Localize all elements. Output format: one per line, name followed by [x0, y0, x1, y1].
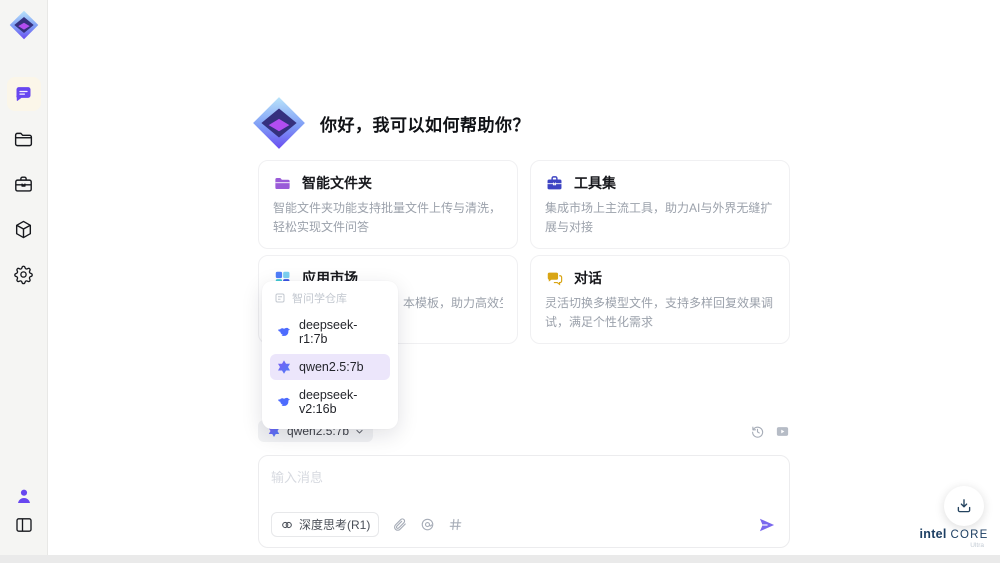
assistant-logo-icon	[253, 97, 305, 149]
model-option-deepseek-r1[interactable]: deepseek-r1:7b	[270, 313, 390, 351]
card-description: 智能文件夹功能支持批量文件上传与清洗，轻松实现文件问答	[273, 201, 502, 234]
card-title: 智能文件夹	[302, 175, 372, 191]
model-dropdown-header: 智问学仓库	[270, 289, 390, 313]
model-option-label: qwen2.5:7b	[299, 360, 364, 374]
qwen-icon	[278, 360, 290, 374]
grid-icon	[449, 519, 462, 531]
intel-sub-text: Ultra	[970, 542, 984, 549]
mention-button[interactable]	[420, 517, 435, 532]
user-icon[interactable]	[14, 486, 34, 506]
greeting: 你好，我可以如何帮助你？	[250, 0, 790, 152]
card-toolset[interactable]: 工具集 集成市场上主流工具，助力AI与外界无缝扩展与对接	[530, 160, 790, 250]
sidebar-item-apps[interactable]	[7, 212, 41, 246]
paperclip-icon	[394, 518, 407, 532]
selector-row-icons	[750, 424, 790, 439]
sidebar-bottom	[14, 486, 34, 535]
sidebar-item-chat[interactable]	[6, 77, 41, 111]
card-title: 工具集	[574, 175, 616, 191]
deep-think-icon	[282, 521, 292, 528]
gear-icon	[14, 265, 33, 284]
dialog-icon	[547, 272, 563, 286]
briefcase-icon	[15, 175, 32, 192]
main-area: 你好，我可以如何帮助你？ 智能文件夹 智能文件夹功能支持批量文件上传与清洗，轻松…	[48, 0, 1000, 555]
core-logo-text: core	[950, 529, 989, 541]
card-description: 灵活切换多模型文件，支持多样回复效果调试，满足个性化需求	[545, 296, 774, 329]
app-window: 你好，我可以如何帮助你？ 智能文件夹 智能文件夹功能支持批量文件上传与清洗，轻松…	[0, 0, 1000, 563]
model-option-label: deepseek-v2:16b	[299, 388, 358, 416]
message-input[interactable]	[271, 467, 777, 498]
toolset-icon	[547, 175, 562, 189]
send-button[interactable]	[757, 515, 777, 535]
sidebar-item-settings[interactable]	[7, 257, 41, 291]
window-bottom-edge	[0, 555, 1000, 563]
repository-icon	[275, 293, 285, 303]
card-description: 集成市场上主流工具，助力AI与外界无缝扩展与对接	[545, 201, 773, 234]
card-smart-folder[interactable]: 智能文件夹 智能文件夹功能支持批量文件上传与清洗，轻松实现文件问答	[258, 160, 518, 250]
deepseek-icon	[278, 327, 290, 337]
prompt-library-button[interactable]	[448, 517, 463, 532]
composer: 深度思考(R1)	[258, 455, 790, 549]
composer-toolbar: 深度思考(R1)	[271, 512, 777, 538]
app-logo-icon	[9, 10, 38, 40]
history-icon[interactable]	[750, 424, 765, 439]
folder-icon	[14, 132, 33, 146]
attach-button[interactable]	[392, 517, 407, 532]
chat-icon	[16, 86, 31, 101]
screen-cast-icon[interactable]	[775, 424, 790, 439]
deepseek-icon	[278, 397, 290, 407]
smart-folder-icon	[275, 177, 290, 189]
panel-layout-icon[interactable]	[14, 515, 34, 535]
card-dialog[interactable]: 对话 灵活切换多模型文件，支持多样回复效果调试，满足个性化需求	[530, 255, 790, 345]
sidebar-item-toolbox[interactable]	[7, 167, 41, 201]
card-title: 对话	[574, 270, 602, 287]
intel-core-badge: intel core Ultra	[918, 527, 990, 549]
intel-logo-text: intel	[919, 527, 947, 541]
page-title: 你好，我可以如何帮助你？	[320, 115, 530, 135]
model-option-label: deepseek-r1:7b	[299, 318, 358, 346]
deep-think-label: 深度思考(R1)	[299, 518, 371, 533]
send-icon	[759, 518, 775, 532]
package-icon	[15, 220, 32, 238]
sidebar	[0, 0, 48, 555]
model-dropdown-header-label: 智问学仓库	[292, 293, 347, 305]
sidebar-nav	[6, 77, 41, 302]
download-icon	[957, 499, 971, 513]
sidebar-item-folders[interactable]	[7, 122, 41, 156]
model-option-qwen[interactable]: qwen2.5:7b	[270, 354, 390, 380]
model-option-deepseek-v2[interactable]: deepseek-v2:16b	[270, 383, 390, 421]
download-button[interactable]	[944, 486, 984, 526]
at-circle-icon	[422, 519, 434, 531]
deep-think-toggle[interactable]: 深度思考(R1)	[271, 512, 380, 538]
model-dropdown: 智问学仓库 deepseek-r1:7b qwen2.5:7b deepseek…	[262, 281, 398, 429]
